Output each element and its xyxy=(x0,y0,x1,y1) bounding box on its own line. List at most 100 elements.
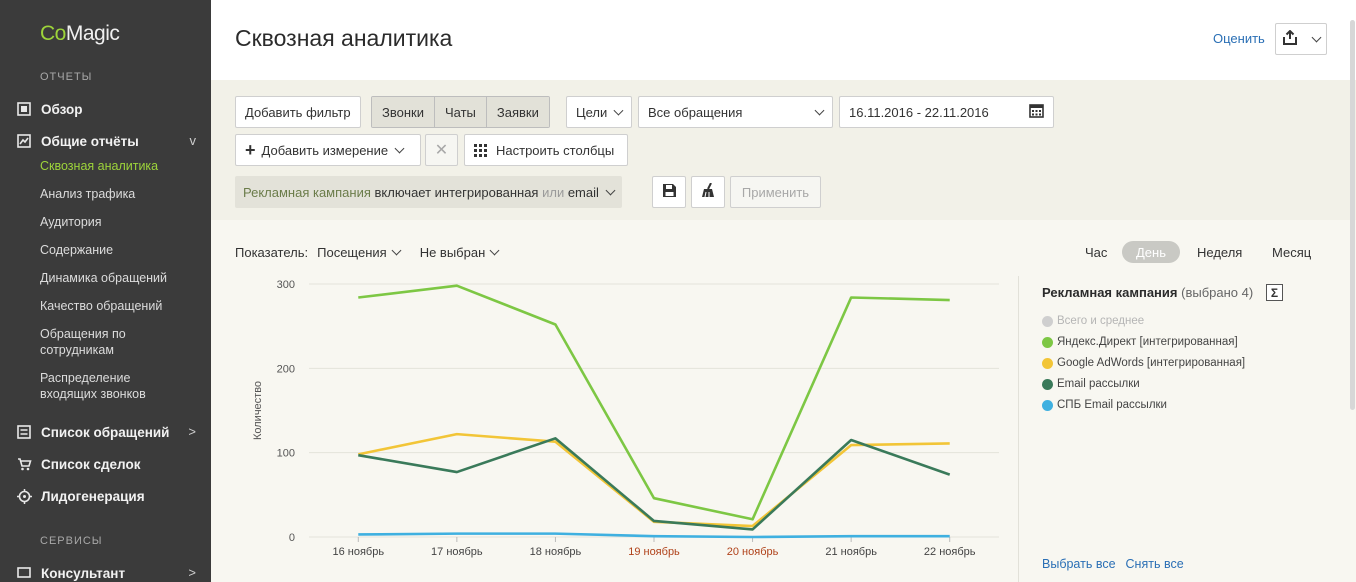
requests-select-value: Все обращения xyxy=(648,104,743,120)
select-all-link[interactable]: Выбрать все xyxy=(1042,557,1116,571)
sidebar-item-traffic[interactable]: Анализ трафика xyxy=(40,186,200,202)
chevron-down-icon xyxy=(1311,32,1321,42)
active-filter-tag[interactable]: Рекламная кампания включает интегрирован… xyxy=(235,176,622,208)
sidebar-item-skvoznaya[interactable]: Сквозная аналитика xyxy=(40,158,200,174)
sidebar-item-content[interactable]: Содержание xyxy=(40,242,200,258)
period-day[interactable]: День xyxy=(1122,241,1180,263)
nav-requests-list[interactable]: Список обращений > xyxy=(16,424,196,440)
add-filter-label: Добавить фильтр xyxy=(245,104,351,120)
date-range-value: 16.11.2016 - 22.11.2016 xyxy=(849,104,989,120)
save-filter-button[interactable] xyxy=(652,176,686,208)
legend-dot xyxy=(1042,336,1053,348)
save-icon xyxy=(662,184,676,200)
section-label-reports: ОТЧЕТЫ xyxy=(40,71,93,83)
panel-divider[interactable] xyxy=(1018,276,1019,582)
remove-dimension-button[interactable]: ✕ xyxy=(425,134,458,166)
series-line xyxy=(358,432,950,528)
requests-select[interactable]: Все обращения xyxy=(638,96,833,128)
y-tick-label: 300 xyxy=(277,279,295,291)
page-header: Сквозная аналитика Оценить xyxy=(211,0,1356,80)
legend-item-total[interactable]: Всего и среднее xyxy=(1042,315,1144,327)
series-line xyxy=(358,437,951,531)
page-scrollbar[interactable] xyxy=(1350,20,1355,410)
nav-deals-list[interactable]: Список сделок xyxy=(16,456,196,472)
clear-filter-button[interactable] xyxy=(691,176,725,208)
chevron-down-icon xyxy=(394,143,405,153)
y-tick-label: 100 xyxy=(277,448,295,460)
legend-label: Яндекс.Директ [интегрированная] xyxy=(1057,336,1238,348)
legend-label: Google AdWords [интегрированная] xyxy=(1057,357,1246,369)
sidebar-item-incoming-calls[interactable]: Распределение входящих звонков xyxy=(40,370,170,402)
legend-item-yandex[interactable]: Яндекс.Директ [интегрированная] xyxy=(1042,336,1238,348)
x-tick-label: 22 ноябрь xyxy=(924,546,976,558)
add-filter-button[interactable]: Добавить фильтр xyxy=(235,96,361,128)
chevron-down-icon: v xyxy=(189,133,197,148)
chevron-down-icon xyxy=(814,105,825,115)
legend-count: (выбрано 4) xyxy=(1181,285,1254,300)
add-dimension-label: Добавить измерение xyxy=(261,142,389,158)
legend-dot xyxy=(1042,399,1053,411)
nav-requests-list-label: Список обращений xyxy=(41,424,170,440)
chevron-right-icon: > xyxy=(188,565,196,580)
x-tick-label: 20 ноябрь xyxy=(727,546,779,558)
x-tick-label: 18 ноябрь xyxy=(530,546,582,558)
report-content: Показатель: Посещения Не выбран Час День… xyxy=(211,220,1356,582)
add-dimension-button[interactable]: + Добавить измерение xyxy=(235,134,421,166)
y-tick-label: 0 xyxy=(289,532,295,544)
sidebar-item-employees[interactable]: Обращения по сотрудникам xyxy=(40,326,150,358)
x-tick-label: 16 ноябрь xyxy=(332,546,384,558)
date-range-picker[interactable]: 16.11.2016 - 22.11.2016 xyxy=(839,96,1054,128)
period-week[interactable]: Неделя xyxy=(1197,241,1242,263)
nav-deals-list-label: Список сделок xyxy=(41,456,141,472)
goals-dropdown[interactable]: Цели xyxy=(566,96,632,128)
legend-label: СПБ Email рассылки xyxy=(1057,399,1167,411)
configure-columns-button[interactable]: Настроить столбцы xyxy=(464,134,628,166)
x-tick-label: 19 ноябрь xyxy=(628,546,680,558)
chevron-down-icon xyxy=(605,185,616,195)
section-label-services: СЕРВИСЫ xyxy=(40,535,103,547)
period-month[interactable]: Месяц xyxy=(1272,241,1311,263)
legend-item-spb-email[interactable]: СПБ Email рассылки xyxy=(1042,399,1167,411)
nav-overview[interactable]: Обзор xyxy=(16,101,196,117)
apply-button[interactable]: Применить xyxy=(730,176,821,208)
x-tick-label: 17 ноябрь xyxy=(431,546,483,558)
target-icon xyxy=(16,488,32,504)
tab-calls[interactable]: Звонки xyxy=(372,97,435,127)
series-line xyxy=(358,532,950,539)
reports-chart-icon xyxy=(16,133,32,149)
legend-item-email[interactable]: Email рассылки xyxy=(1042,378,1140,390)
legend-dot xyxy=(1042,315,1053,327)
nav-consultant-label: Консультант xyxy=(41,565,126,581)
nav-general-reports-label: Общие отчёты xyxy=(41,133,139,149)
nav-leadgen-label: Лидогенерация xyxy=(41,488,145,504)
share-icon xyxy=(1282,29,1297,48)
list-icon xyxy=(16,424,32,440)
legend-links: Выбрать все Снять все xyxy=(1042,557,1184,571)
sigma-toggle[interactable]: Σ xyxy=(1266,284,1283,301)
sidebar-item-quality[interactable]: Качество обращений xyxy=(40,298,200,314)
comagic-logo[interactable]: CoMagic xyxy=(40,22,120,46)
nav-consultant[interactable]: Консультант > xyxy=(16,565,196,581)
overview-icon xyxy=(16,101,32,117)
filter-value-1: интегрированная xyxy=(434,184,539,200)
nav-general-reports[interactable]: Общие отчёты v xyxy=(16,133,196,149)
rate-link[interactable]: Оценить xyxy=(1213,31,1265,46)
close-icon: ✕ xyxy=(434,142,449,159)
filter-or: или xyxy=(542,184,565,200)
legend-label: Email рассылки xyxy=(1057,378,1140,390)
type-tabs: Звонки Чаты Заявки xyxy=(371,96,550,128)
legend-item-adwords[interactable]: Google AdWords [интегрированная] xyxy=(1042,357,1245,369)
deselect-all-link[interactable]: Снять все xyxy=(1126,557,1184,571)
apply-label: Применить xyxy=(741,184,810,200)
period-hour[interactable]: Час xyxy=(1085,241,1107,263)
tab-requests[interactable]: Заявки xyxy=(486,97,549,127)
plus-icon: + xyxy=(245,140,256,160)
export-button[interactable] xyxy=(1275,23,1327,55)
filter-value-2: email xyxy=(567,184,599,200)
legend-title: Рекламная кампания (выбрано 4) xyxy=(1042,285,1253,300)
nav-leadgen[interactable]: Лидогенерация xyxy=(16,488,196,504)
tab-chats[interactable]: Чаты xyxy=(434,97,487,127)
sidebar-item-dynamics[interactable]: Динамика обращений xyxy=(40,270,200,286)
filter-operator: включает xyxy=(374,184,432,200)
sidebar-item-audience[interactable]: Аудитория xyxy=(40,214,200,230)
